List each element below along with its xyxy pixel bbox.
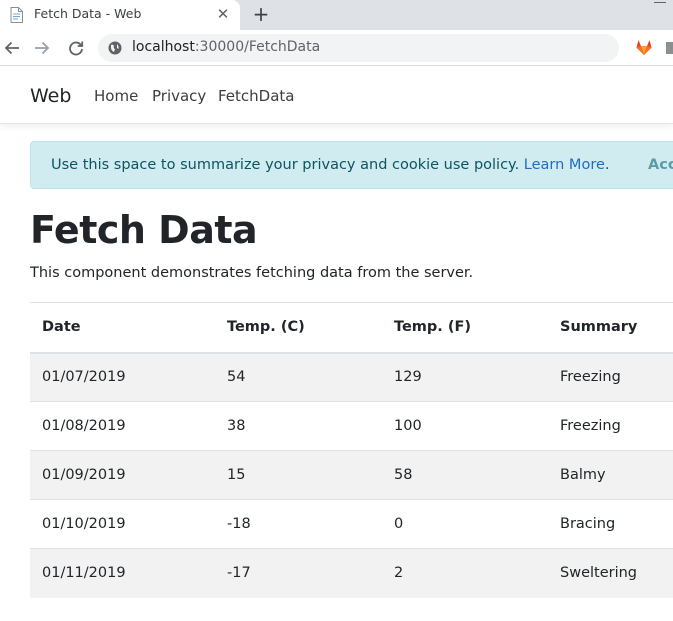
nav-link-privacy[interactable]: Privacy [152,87,206,105]
forecast-table-container: Date Temp. (C) Temp. (F) Summary 01/07/2… [30,302,673,598]
browser-toolbar: localhost:30000/FetchData [0,30,673,66]
cell-temp-f: 100 [382,401,548,451]
cell-temp-f: 2 [382,548,548,598]
forecast-table: Date Temp. (C) Temp. (F) Summary 01/07/2… [30,302,673,598]
cookie-consent-alert: Use this space to summarize your privacy… [30,141,673,189]
arrow-right-icon [35,41,50,55]
cell-temp-c: 38 [215,401,382,451]
header-date: Date [30,302,215,354]
accept-button[interactable]: Accept [648,157,673,173]
cookie-message: Use this space to summarize your privacy… [51,157,610,173]
table-row: 01/09/2019 15 58 Balmy [30,450,673,500]
reload-button[interactable] [64,36,88,60]
gitlab-fox-icon[interactable] [635,38,653,56]
plus-icon[interactable]: + [250,2,272,26]
site-navbar: Web Home Privacy FetchData [0,67,673,124]
reload-icon [69,41,84,56]
learn-more-link[interactable]: Learn More [524,157,605,173]
nav-link-home[interactable]: Home [94,87,138,105]
cell-temp-c: -18 [215,499,382,549]
table-header-row: Date Temp. (C) Temp. (F) Summary [30,302,673,354]
close-icon[interactable]: ✕ [214,4,232,24]
arrow-left-icon [4,41,19,55]
cell-summary: Freezing [548,401,673,451]
header-summary: Summary [548,302,673,354]
table-row: 01/11/2019 -17 2 Sweltering [30,548,673,598]
header-temp-f: Temp. (F) [382,302,548,354]
browser-tabstrip: Fetch Data - Web ✕ + [0,0,673,30]
navbar-brand[interactable]: Web [30,85,71,107]
table-row: 01/07/2019 54 129 Freezing [30,352,673,402]
tab-title: Fetch Data - Web [34,6,142,21]
globe-icon [108,41,122,55]
cell-temp-f: 0 [382,499,548,549]
cell-summary: Balmy [548,450,673,500]
cell-date: 01/11/2019 [30,548,215,598]
cell-temp-c: -17 [215,548,382,598]
cell-date: 01/08/2019 [30,401,215,451]
address-bar[interactable]: localhost:30000/FetchData [98,34,619,62]
cell-temp-f: 58 [382,450,548,500]
browser-tab[interactable]: Fetch Data - Web ✕ [0,0,240,30]
cell-temp-f: 129 [382,352,548,402]
cell-summary: Freezing [548,352,673,402]
table-row: 01/10/2019 -18 0 Bracing [30,499,673,549]
nav-link-fetchdata[interactable]: FetchData [218,87,295,105]
window-minimize-icon[interactable] [654,0,666,3]
cell-temp-c: 54 [215,352,382,402]
cell-summary: Bracing [548,499,673,549]
cell-temp-c: 15 [215,450,382,500]
cell-date: 01/07/2019 [30,352,215,402]
url-host: localhost [132,39,195,55]
cookie-message-suffix: . [604,157,610,173]
url-path: :30000/FetchData [194,39,321,55]
header-temp-c: Temp. (C) [215,302,382,354]
cell-summary: Sweltering [548,548,673,598]
url-text: localhost:30000/FetchData [132,39,320,55]
table-row: 01/08/2019 38 100 Freezing [30,401,673,451]
extension-icon[interactable] [664,38,673,58]
back-button[interactable] [0,36,24,60]
document-icon [10,7,23,23]
cell-date: 01/09/2019 [30,450,215,500]
cookie-message-text: Use this space to summarize your privacy… [51,157,524,173]
cell-date: 01/10/2019 [30,499,215,549]
forward-button[interactable] [30,36,54,60]
page-title: Fetch Data [30,208,258,252]
page-description: This component demonstrates fetching dat… [30,265,474,281]
